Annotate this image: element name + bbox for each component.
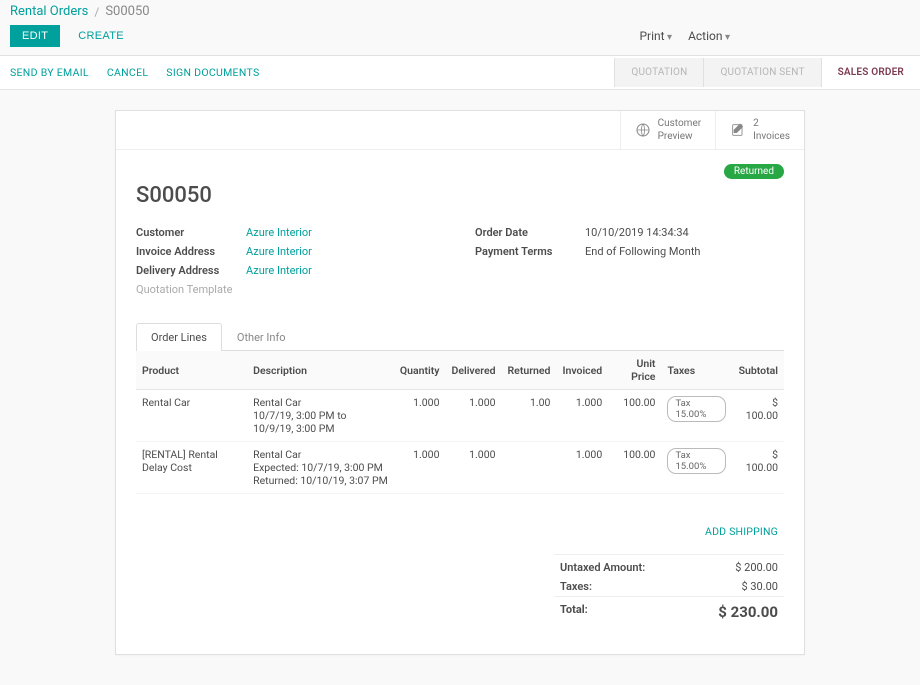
- cell-invoiced: 1.000: [556, 442, 608, 494]
- cell-delivered: 1.000: [445, 390, 501, 442]
- column-header[interactable]: Taxes: [661, 351, 731, 390]
- action-dropdown[interactable]: Action: [688, 29, 730, 43]
- cell-description: Rental CarExpected: 10/7/19, 3:00 PMRetu…: [247, 442, 394, 494]
- globe-icon: [635, 122, 651, 138]
- field-label: Delivery Address: [136, 264, 246, 277]
- field-value[interactable]: Azure Interior: [246, 226, 445, 239]
- breadcrumb-current: S00050: [105, 4, 149, 19]
- cell-returned: 1.00: [502, 390, 557, 442]
- link[interactable]: Azure Interior: [246, 226, 312, 239]
- tab-order-lines[interactable]: Order Lines: [136, 323, 222, 351]
- breadcrumb-sep: /: [94, 5, 99, 19]
- link[interactable]: Azure Interior: [246, 245, 312, 258]
- cell-subtotal: $ 100.00: [732, 442, 784, 494]
- field-value: 10/10/2019 14:34:34: [585, 226, 784, 239]
- tab-other-info[interactable]: Other Info: [222, 323, 301, 351]
- stage-quotation[interactable]: QUOTATION: [614, 58, 703, 87]
- breadcrumb: Rental Orders / S00050: [0, 0, 920, 23]
- link[interactable]: Azure Interior: [246, 264, 312, 277]
- field-row: CustomerAzure Interior: [136, 226, 445, 239]
- cell-returned: [502, 442, 557, 494]
- tax-badge: Tax 15.00%: [667, 396, 725, 422]
- cell-taxes: Tax 15.00%: [661, 390, 731, 442]
- field-value[interactable]: Azure Interior: [246, 245, 445, 258]
- field-row: Payment TermsEnd of Following Month: [475, 245, 784, 258]
- total-label: Total:: [560, 603, 588, 621]
- add-shipping-button[interactable]: ADD SHIPPING: [705, 525, 778, 538]
- page-title: S00050: [136, 183, 784, 208]
- field-label: Order Date: [475, 226, 585, 239]
- field-value[interactable]: Azure Interior: [246, 264, 445, 277]
- cell-taxes: Tax 15.00%: [661, 442, 731, 494]
- field-label: Payment Terms: [475, 245, 585, 258]
- column-header[interactable]: Unit Price: [608, 351, 661, 390]
- cell-description: Rental Car10/7/19, 3:00 PM to 10/9/19, 3…: [247, 390, 394, 442]
- field-label: Invoice Address: [136, 245, 246, 258]
- pencil-note-icon: [730, 122, 746, 138]
- stage-quotation-sent[interactable]: QUOTATION SENT: [703, 58, 820, 87]
- cell-product: Rental Car: [136, 390, 247, 442]
- stage-indicator: QUOTATION QUOTATION SENT SALES ORDER: [614, 58, 920, 87]
- cell-quantity: 1.000: [394, 390, 446, 442]
- table-row[interactable]: Rental CarRental Car10/7/19, 3:00 PM to …: [136, 390, 784, 442]
- table-row[interactable]: [RENTAL] Rental Delay CostRental CarExpe…: [136, 442, 784, 494]
- cancel-button[interactable]: CANCEL: [107, 66, 148, 79]
- cell-unit_price: 100.00: [608, 442, 661, 494]
- field-row: Delivery AddressAzure Interior: [136, 264, 445, 277]
- field-row: Order Date10/10/2019 14:34:34: [475, 226, 784, 239]
- cell-delivered: 1.000: [445, 442, 501, 494]
- field-value: End of Following Month: [585, 245, 784, 258]
- right-field-group: Order Date10/10/2019 14:34:34Payment Ter…: [475, 226, 784, 302]
- taxes-label: Taxes:: [560, 580, 592, 593]
- control-bar: EDIT CREATE Print Action: [0, 23, 920, 56]
- status-row: SEND BY EMAIL CANCEL SIGN DOCUMENTS QUOT…: [0, 56, 920, 90]
- column-header[interactable]: Subtotal: [732, 351, 784, 390]
- field-label: Customer: [136, 226, 246, 239]
- order-lines-table: ProductDescriptionQuantityDeliveredRetur…: [136, 351, 784, 494]
- cell-unit_price: 100.00: [608, 390, 661, 442]
- cell-quantity: 1.000: [394, 442, 446, 494]
- send-by-email-button[interactable]: SEND BY EMAIL: [10, 66, 89, 79]
- field-value: [246, 283, 445, 296]
- print-dropdown[interactable]: Print: [639, 29, 672, 43]
- cell-subtotal: $ 100.00: [732, 390, 784, 442]
- field-row: Quotation Template: [136, 283, 445, 296]
- customer-preview-button[interactable]: CustomerPreview: [620, 111, 716, 149]
- column-header[interactable]: Description: [247, 351, 394, 390]
- sign-documents-button[interactable]: SIGN DOCUMENTS: [166, 66, 259, 79]
- totals-block: Untaxed Amount: $ 200.00 Taxes: $ 30.00 To…: [554, 554, 784, 624]
- total-value: $ 230.00: [718, 603, 778, 621]
- form-sheet: CustomerPreview 2Invoices Returned S0005…: [115, 110, 805, 655]
- create-button[interactable]: CREATE: [70, 25, 132, 47]
- untaxed-value: $ 200.00: [735, 561, 778, 574]
- cell-product: [RENTAL] Rental Delay Cost: [136, 442, 247, 494]
- edit-button[interactable]: EDIT: [10, 25, 60, 47]
- invoices-button[interactable]: 2Invoices: [715, 111, 804, 149]
- status-badge: Returned: [724, 164, 784, 179]
- cell-invoiced: 1.000: [556, 390, 608, 442]
- field-label: Quotation Template: [136, 283, 246, 296]
- field-row: Invoice AddressAzure Interior: [136, 245, 445, 258]
- breadcrumb-root[interactable]: Rental Orders: [10, 4, 88, 19]
- column-header[interactable]: Product: [136, 351, 247, 390]
- left-field-group: CustomerAzure InteriorInvoice AddressAzu…: [136, 226, 445, 302]
- column-header[interactable]: Delivered: [445, 351, 501, 390]
- column-header[interactable]: Returned: [502, 351, 557, 390]
- column-header[interactable]: Quantity: [394, 351, 446, 390]
- column-header[interactable]: Invoiced: [556, 351, 608, 390]
- taxes-value: $ 30.00: [741, 580, 778, 593]
- untaxed-label: Untaxed Amount:: [560, 561, 645, 574]
- tax-badge: Tax 15.00%: [667, 448, 725, 474]
- stage-sales-order[interactable]: SALES ORDER: [821, 58, 920, 87]
